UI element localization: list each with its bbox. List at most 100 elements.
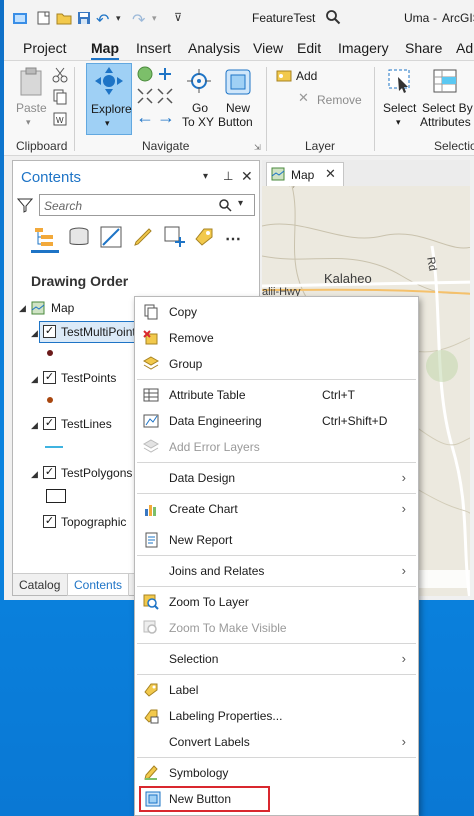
pane-menu-icon[interactable]: ▾ bbox=[203, 171, 208, 182]
full-extent-icon[interactable] bbox=[136, 65, 154, 83]
redo-dropdown-icon[interactable]: ▾ bbox=[152, 13, 157, 24]
layer-visibility-checkbox[interactable]: ✓ bbox=[43, 417, 56, 430]
copy-ribbon-icon[interactable] bbox=[52, 89, 68, 105]
menu-separator bbox=[137, 462, 416, 463]
point-symbol-icon bbox=[47, 350, 53, 356]
add-data-button[interactable]: Add bbox=[296, 69, 317, 83]
app-name: ArcGIS bbox=[442, 11, 474, 25]
layer-expand-icon[interactable]: ◢ bbox=[31, 420, 38, 431]
tab-map[interactable]: Map bbox=[91, 40, 119, 61]
paste-button[interactable]: Paste ▾ bbox=[14, 65, 48, 131]
go-to-xy-label-1: Go bbox=[192, 101, 209, 115]
clipboard-group-label: Clipboard bbox=[16, 139, 68, 153]
list-by-labeling-icon[interactable] bbox=[193, 225, 217, 249]
fixed-zoom-icon[interactable] bbox=[156, 65, 174, 83]
more-options-icon[interactable]: ⋯ bbox=[225, 229, 241, 249]
search-input[interactable]: Search ▾ bbox=[39, 194, 255, 216]
menu-item-label[interactable]: Label bbox=[135, 677, 418, 703]
select-by-attributes-button[interactable]: Select By Attributes bbox=[418, 65, 474, 131]
add-data-icon[interactable] bbox=[276, 67, 292, 83]
menu-item-remove[interactable]: Remove bbox=[135, 325, 418, 351]
layer-visibility-checkbox[interactable]: ✓ bbox=[43, 515, 56, 528]
next-extent-icon[interactable]: → bbox=[157, 107, 175, 128]
previous-extent-icon[interactable]: ← bbox=[136, 107, 154, 128]
map-view-tab[interactable]: Map ✕ bbox=[266, 162, 344, 186]
user-name[interactable]: Uma bbox=[404, 11, 429, 25]
pin-icon[interactable]: ⊥ bbox=[223, 169, 233, 183]
list-by-drawing-order-icon[interactable] bbox=[33, 225, 57, 249]
layer-expand-icon[interactable]: ◢ bbox=[31, 469, 38, 480]
go-to-xy-button[interactable]: Go To XY bbox=[180, 65, 218, 131]
new-project-icon[interactable] bbox=[36, 10, 52, 26]
list-by-editing-icon[interactable] bbox=[131, 225, 155, 249]
list-by-data-source-icon[interactable] bbox=[67, 225, 91, 249]
layer-testpolygons[interactable]: TestPolygons bbox=[61, 466, 132, 480]
select-button[interactable]: Select ▾ bbox=[380, 65, 420, 131]
map-node-label[interactable]: Map bbox=[51, 301, 74, 315]
copy-path-icon[interactable]: W bbox=[52, 111, 68, 127]
tab-catalog[interactable]: Catalog bbox=[19, 578, 60, 592]
open-project-icon[interactable] bbox=[56, 10, 72, 26]
redo-icon[interactable]: ↷ bbox=[132, 10, 145, 30]
list-by-snapping-icon[interactable] bbox=[163, 225, 187, 249]
layer-visibility-checkbox[interactable]: ✓ bbox=[43, 466, 56, 479]
menu-item-zoom-to-layer[interactable]: Zoom To Layer bbox=[135, 589, 418, 615]
tab-insert[interactable]: Insert bbox=[136, 40, 171, 56]
symbology-icon bbox=[144, 765, 158, 780]
submenu-chevron-icon: › bbox=[401, 734, 406, 749]
tab-add-in[interactable]: Ad bbox=[456, 40, 473, 56]
layer-visibility-checkbox[interactable]: ✓ bbox=[43, 371, 56, 384]
list-by-selection-icon[interactable] bbox=[99, 225, 123, 249]
remove-ribbon-button[interactable]: Remove bbox=[317, 93, 362, 107]
search-command-icon[interactable] bbox=[325, 9, 341, 25]
menu-item-labeling-properties[interactable]: Labeling Properties... bbox=[135, 703, 418, 729]
layer-expand-icon[interactable]: ◢ bbox=[31, 328, 38, 339]
menu-item-new-report[interactable]: New Report bbox=[135, 527, 418, 553]
menu-item-new-button[interactable]: New Button bbox=[139, 786, 270, 812]
tab-project[interactable]: Project bbox=[23, 40, 67, 56]
explore-label: Explore bbox=[91, 102, 132, 116]
zoom-out-fixed-icon[interactable] bbox=[156, 87, 174, 105]
layer-topographic[interactable]: Topographic bbox=[61, 515, 126, 529]
layer-testlines[interactable]: TestLines bbox=[61, 417, 112, 431]
explore-button[interactable]: Explore ▾ bbox=[86, 63, 132, 135]
menu-item-symbology[interactable]: Symbology bbox=[135, 760, 418, 786]
place-label-kalaheo: Kalaheo bbox=[324, 271, 372, 286]
menu-label: Joins and Relates bbox=[169, 564, 265, 578]
tab-contents[interactable]: Contents bbox=[67, 574, 129, 596]
menu-item-add-error-layers: Add Error Layers bbox=[135, 434, 418, 460]
menu-item-data-engineering[interactable]: Data Engineering Ctrl+Shift+D bbox=[135, 408, 418, 434]
undo-icon[interactable]: ↶ bbox=[96, 10, 109, 30]
close-map-tab-icon[interactable]: ✕ bbox=[325, 166, 336, 182]
undo-dropdown-icon[interactable]: ▾ bbox=[116, 13, 121, 24]
menu-item-create-chart[interactable]: Create Chart › bbox=[135, 496, 418, 522]
tab-share[interactable]: Share bbox=[405, 40, 442, 56]
menu-item-data-design[interactable]: Data Design › bbox=[135, 465, 418, 491]
menu-item-copy[interactable]: Copy bbox=[135, 299, 418, 325]
filter-icon[interactable] bbox=[17, 197, 33, 213]
layer-testmultipoints[interactable]: TestMultiPoints bbox=[61, 325, 142, 339]
menu-item-group[interactable]: Group bbox=[135, 351, 418, 377]
tab-view[interactable]: View bbox=[253, 40, 283, 56]
tab-imagery[interactable]: Imagery bbox=[338, 40, 389, 56]
polygon-symbol-icon bbox=[46, 489, 66, 503]
menu-item-selection[interactable]: Selection › bbox=[135, 646, 418, 672]
close-pane-icon[interactable]: ✕ bbox=[241, 168, 253, 185]
remove-layer-icon bbox=[143, 330, 158, 345]
cut-icon[interactable] bbox=[52, 67, 68, 83]
quick-access-customize-icon[interactable]: ⊽ bbox=[174, 11, 182, 24]
zoom-in-fixed-icon[interactable] bbox=[136, 87, 154, 105]
new-button-ribbon-button[interactable]: New Button bbox=[218, 65, 258, 131]
menu-item-joins-relates[interactable]: Joins and Relates › bbox=[135, 558, 418, 584]
navigate-launcher-icon[interactable]: ⇲ bbox=[254, 143, 261, 152]
map-expand-icon[interactable]: ◢ bbox=[19, 303, 26, 314]
tab-analysis[interactable]: Analysis bbox=[188, 40, 240, 56]
paste-icon bbox=[20, 67, 42, 96]
layer-visibility-checkbox[interactable]: ✓ bbox=[43, 325, 56, 338]
layer-expand-icon[interactable]: ◢ bbox=[31, 374, 38, 385]
layer-testpoints[interactable]: TestPoints bbox=[61, 371, 116, 385]
menu-item-convert-labels[interactable]: Convert Labels › bbox=[135, 729, 418, 755]
tab-edit[interactable]: Edit bbox=[297, 40, 321, 56]
save-icon[interactable] bbox=[76, 10, 92, 26]
menu-item-attribute-table[interactable]: Attribute Table Ctrl+T bbox=[135, 382, 418, 408]
